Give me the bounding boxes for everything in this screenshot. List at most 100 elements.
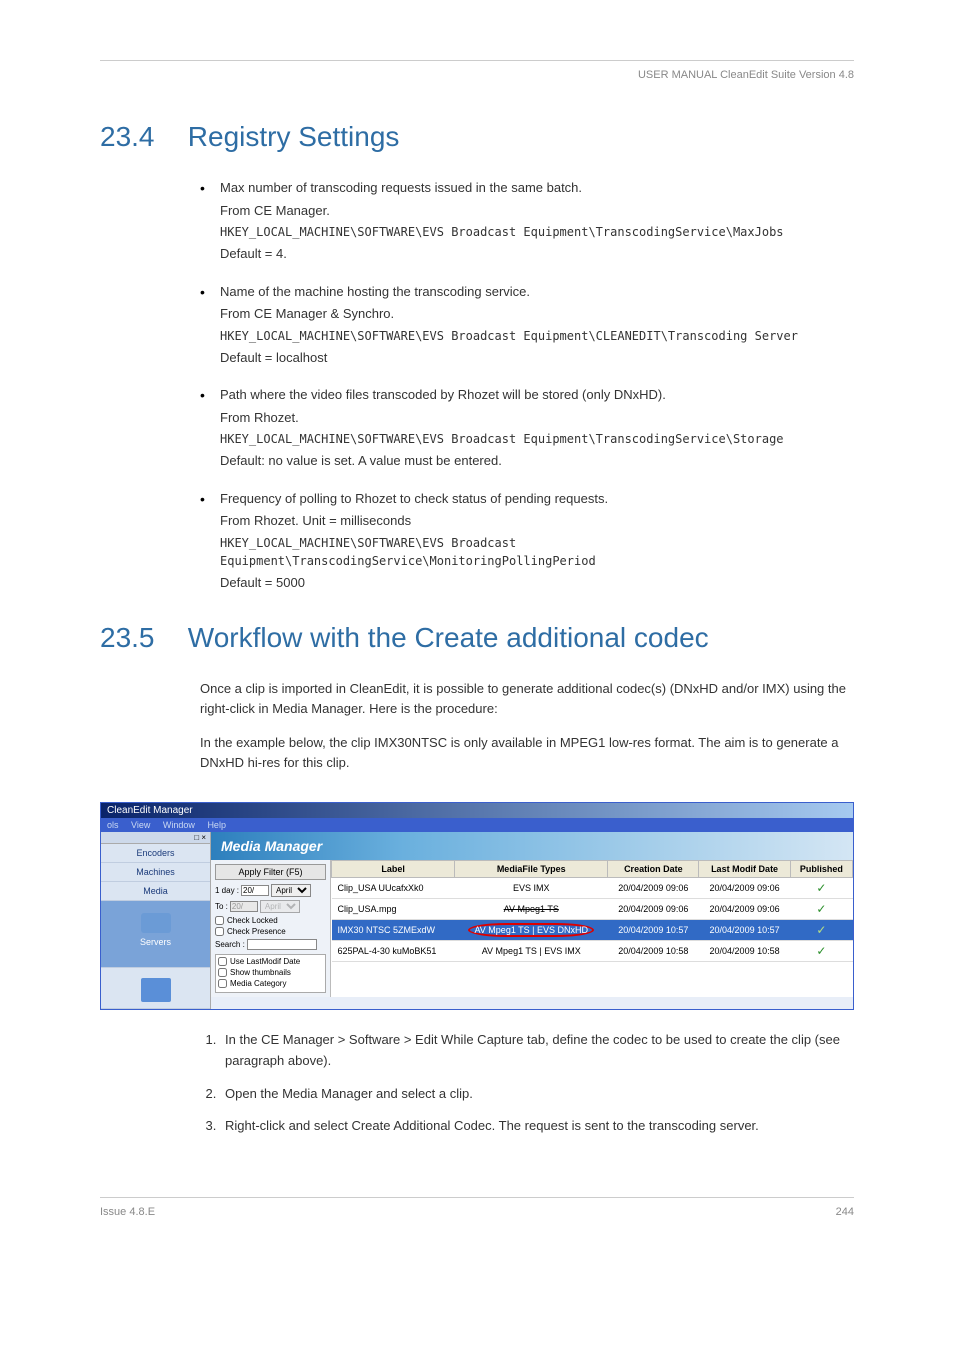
media-category-checkbox[interactable] — [218, 979, 227, 988]
cell-published: ✓ — [790, 920, 852, 941]
one-day-input[interactable] — [241, 885, 269, 896]
registry-item-1-desc: Max number of transcoding requests issue… — [220, 180, 582, 195]
check-locked-label: Check Locked — [227, 916, 278, 925]
sidebar-item-servers-label: Servers — [140, 937, 171, 947]
registry-item-1-default: Default = 4. — [220, 244, 854, 264]
cell-types: AV Mpeg1 TS — [455, 899, 608, 920]
registry-item-3-regkey: HKEY_LOCAL_MACHINE\SOFTWARE\EVS Broadcas… — [220, 430, 854, 448]
show-thumbnails-label: Show thumbnails — [230, 968, 291, 977]
check-icon: ✓ — [816, 881, 826, 895]
sidebar-item-machines[interactable]: Machines — [101, 863, 210, 882]
col-published[interactable]: Published — [790, 861, 852, 878]
sidebar-item-encoders[interactable]: Encoders — [101, 844, 210, 863]
check-presence-checkbox[interactable] — [215, 927, 224, 936]
footer-page-number: 244 — [836, 1206, 854, 1218]
cell-types: AV Mpeg1 TS | EVS DNxHD — [455, 920, 608, 941]
registry-item-1-regkey: HKEY_LOCAL_MACHINE\SOFTWARE\EVS Broadcas… — [220, 223, 854, 241]
registry-item-3-source: From Rhozet. — [220, 408, 854, 428]
media-table: Label MediaFile Types Creation Date Last… — [331, 860, 853, 997]
media-manager-icon — [141, 978, 171, 1002]
col-mediafile-types[interactable]: MediaFile Types — [455, 861, 608, 878]
cell-modified: 20/04/2009 10:58 — [699, 941, 790, 962]
section-235-heading: 23.5 Workflow with the Create additional… — [100, 622, 854, 654]
cell-types: EVS IMX — [455, 878, 608, 899]
cell-published: ✓ — [790, 899, 852, 920]
registry-item-2-source: From CE Manager & Synchro. — [220, 304, 854, 324]
menu-view[interactable]: View — [131, 820, 150, 830]
to-label: To : — [215, 902, 228, 911]
use-lastmodif-checkbox[interactable] — [218, 957, 227, 966]
menu-help[interactable]: Help — [207, 820, 226, 830]
registry-item-4-source: From Rhozet. Unit = milliseconds — [220, 511, 854, 531]
section-235-intro-1: Once a clip is imported in CleanEdit, it… — [200, 679, 854, 718]
check-locked-checkbox[interactable] — [215, 916, 224, 925]
servers-icon — [141, 913, 171, 933]
check-icon: ✓ — [816, 944, 826, 958]
search-input[interactable] — [247, 939, 317, 950]
show-thumbnails-checkbox[interactable] — [218, 968, 227, 977]
check-presence-label: Check Presence — [227, 927, 286, 936]
cell-label: Clip_USA UUcafxXk0 — [332, 878, 455, 899]
search-label: Search : — [215, 940, 245, 949]
one-day-month-select[interactable]: April — [271, 884, 311, 897]
cell-published: ✓ — [790, 941, 852, 962]
cell-modified: 20/04/2009 09:06 — [699, 899, 790, 920]
registry-item-3: Path where the video files transcoded by… — [200, 385, 854, 471]
media-manager-screenshot: CleanEdit Manager ols View Window Help □… — [100, 802, 854, 1010]
registry-item-4: Frequency of polling to Rhozet to check … — [200, 489, 854, 593]
sidebar: □ × Encoders Machines Media Servers — [101, 832, 211, 1009]
table-row-selected[interactable]: IMX30 NTSC 5ZMExdW AV Mpeg1 TS | EVS DNx… — [332, 920, 853, 941]
to-input — [230, 901, 258, 912]
registry-item-3-desc: Path where the video files transcoded by… — [220, 387, 666, 402]
col-last-modif-date[interactable]: Last Modif Date — [699, 861, 790, 878]
table-row[interactable]: Clip_USA UUcafxXk0 EVS IMX 20/04/2009 09… — [332, 878, 853, 899]
cell-created: 20/04/2009 09:06 — [608, 899, 699, 920]
section-234-heading: 23.4 Registry Settings — [100, 121, 854, 153]
sidebar-item-media[interactable]: Media — [101, 882, 210, 901]
apply-filter-button[interactable]: Apply Filter (F5) — [215, 864, 326, 880]
sidebar-item-media-manager[interactable] — [101, 968, 210, 1009]
check-icon: ✓ — [816, 902, 826, 916]
filter-panel: Apply Filter (F5) 1 day : April To : Apr… — [211, 860, 331, 997]
col-creation-date[interactable]: Creation Date — [608, 861, 699, 878]
cell-modified: 20/04/2009 09:06 — [699, 878, 790, 899]
section-235-number: 23.5 — [100, 622, 180, 654]
table-row[interactable]: 625PAL-4-30 kuMoBK51 AV Mpeg1 TS | EVS I… — [332, 941, 853, 962]
cell-created: 20/04/2009 10:58 — [608, 941, 699, 962]
cell-label: 625PAL-4-30 kuMoBK51 — [332, 941, 455, 962]
cell-label: Clip_USA.mpg — [332, 899, 455, 920]
sidebar-close-controls[interactable]: □ × — [101, 832, 210, 844]
step-1: In the CE Manager > Software > Edit Whil… — [220, 1030, 854, 1072]
registry-item-2: Name of the machine hosting the transcod… — [200, 282, 854, 368]
menu-window[interactable]: Window — [163, 820, 195, 830]
section-234-number: 23.4 — [100, 121, 180, 153]
registry-item-1-source: From CE Manager. — [220, 201, 854, 221]
registry-item-4-default: Default = 5000 — [220, 573, 854, 593]
one-day-label: 1 day : — [215, 886, 239, 895]
col-label[interactable]: Label — [332, 861, 455, 878]
to-month-select: April — [260, 900, 300, 913]
cell-types: AV Mpeg1 TS | EVS IMX — [455, 941, 608, 962]
page-header: USER MANUAL CleanEdit Suite Version 4.8 — [100, 69, 854, 81]
registry-item-3-default: Default: no value is set. A value must b… — [220, 451, 854, 471]
cell-created: 20/04/2009 10:57 — [608, 920, 699, 941]
page-footer: Issue 4.8.E 244 — [100, 1197, 854, 1218]
menu-ols[interactable]: ols — [107, 820, 119, 830]
cell-label: IMX30 NTSC 5ZMExdW — [332, 920, 455, 941]
cell-published: ✓ — [790, 878, 852, 899]
workflow-steps: In the CE Manager > Software > Edit Whil… — [200, 1030, 854, 1137]
registry-item-2-default: Default = localhost — [220, 348, 854, 368]
media-category-label: Media Category — [230, 979, 286, 988]
table-row[interactable]: Clip_USA.mpg AV Mpeg1 TS 20/04/2009 09:0… — [332, 899, 853, 920]
footer-issue: Issue 4.8.E — [100, 1206, 155, 1218]
section-234-title: Registry Settings — [188, 121, 400, 152]
section-235-intro-2: In the example below, the clip IMX30NTSC… — [200, 733, 854, 772]
window-menubar: ols View Window Help — [101, 818, 853, 832]
cell-modified: 20/04/2009 10:57 — [699, 920, 790, 941]
registry-item-2-desc: Name of the machine hosting the transcod… — [220, 284, 530, 299]
window-titlebar: CleanEdit Manager — [101, 803, 853, 818]
sidebar-item-servers[interactable]: Servers — [101, 901, 210, 968]
media-manager-header: Media Manager — [211, 832, 853, 860]
registry-item-4-regkey: HKEY_LOCAL_MACHINE\SOFTWARE\EVS Broadcas… — [220, 534, 854, 570]
registry-item-4-desc: Frequency of polling to Rhozet to check … — [220, 491, 608, 506]
